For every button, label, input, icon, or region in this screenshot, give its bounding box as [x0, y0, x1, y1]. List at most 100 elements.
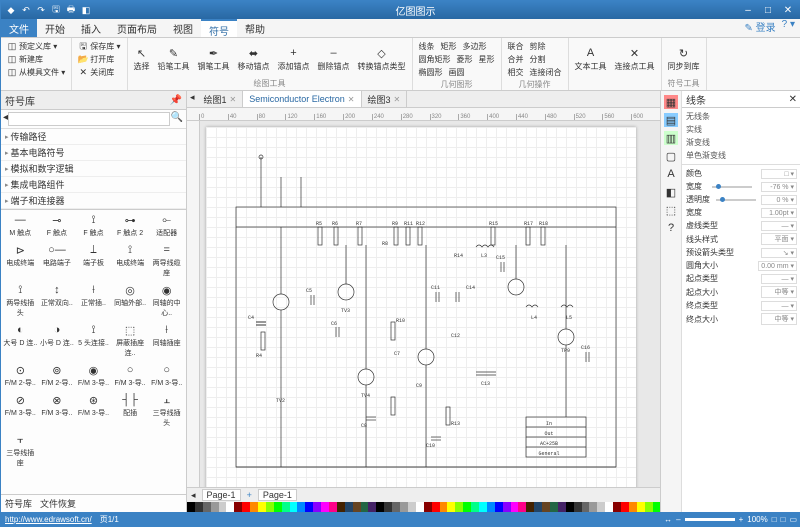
swatch[interactable]: [258, 502, 266, 512]
doc-tab[interactable]: 绘图3✕: [362, 91, 408, 107]
tab-help[interactable]: 帮助: [237, 19, 273, 37]
swatch[interactable]: [597, 502, 605, 512]
category-item[interactable]: 模拟和数字逻辑: [1, 161, 186, 177]
shape-roundrect[interactable]: 圆角矩形: [417, 53, 453, 66]
shape-item[interactable]: ⟟电成终端: [113, 242, 148, 278]
swatch[interactable]: [353, 502, 361, 512]
tab-close-icon[interactable]: ✕: [348, 95, 355, 104]
qat-undo[interactable]: ↶: [20, 4, 32, 16]
swatch[interactable]: [384, 502, 392, 512]
tab-view[interactable]: 视图: [165, 19, 201, 37]
shape-ellipse[interactable]: 椭圆形: [417, 66, 445, 79]
swatch[interactable]: [274, 502, 282, 512]
property-value[interactable]: — ▾: [761, 221, 797, 231]
doc-tab[interactable]: Semiconductor Electron✕: [243, 91, 361, 107]
shape-item[interactable]: ○F/M 3-导..: [149, 362, 184, 388]
qat-print[interactable]: 🖶: [65, 4, 77, 16]
swatch[interactable]: [321, 502, 329, 512]
rp-tool-icon[interactable]: ▦: [664, 95, 678, 109]
view-mode-3[interactable]: ▭: [789, 515, 797, 524]
property-value[interactable]: -76 % ▾: [761, 182, 797, 192]
swatch[interactable]: [534, 502, 542, 512]
status-url[interactable]: http://www.edrawsoft.cn/: [5, 515, 92, 524]
swatch[interactable]: [376, 502, 384, 512]
swatch[interactable]: [392, 502, 400, 512]
tab-start[interactable]: 开始: [37, 19, 73, 37]
shape-item[interactable]: ○—电路端子: [40, 242, 75, 278]
op-join[interactable]: 连接闭合: [528, 66, 564, 79]
shape-item[interactable]: ⟘端子板: [76, 242, 111, 278]
page-add[interactable]: +: [247, 490, 252, 500]
canvas[interactable]: R4R5 R6R7 R8R9 R10R11 R12R13 R14R15 R17R…: [200, 121, 660, 487]
shape-item[interactable]: ◉同轴的中心..: [149, 282, 184, 318]
min-button[interactable]: –: [739, 5, 757, 16]
tab-symbol[interactable]: 符号: [201, 19, 237, 37]
swatch[interactable]: [187, 502, 195, 512]
op-divide[interactable]: 分割: [528, 53, 548, 66]
swatch[interactable]: [250, 502, 258, 512]
qat-redo[interactable]: ↷: [35, 4, 47, 16]
category-item[interactable]: 集成电路组件: [1, 177, 186, 193]
line-style-option[interactable]: 无线条: [686, 110, 797, 123]
swatch[interactable]: [487, 502, 495, 512]
shape-circle[interactable]: 画圆: [447, 66, 467, 79]
new-lib[interactable]: ◫新建库: [5, 53, 45, 66]
pen-tool[interactable]: ✒钢笔工具: [196, 45, 232, 73]
shape-item[interactable]: [40, 432, 75, 468]
shape-item[interactable]: ⊶F 触点 2: [113, 212, 148, 238]
swatch[interactable]: [226, 502, 234, 512]
swatch[interactable]: [368, 502, 376, 512]
shape-item[interactable]: ◎同轴外部..: [113, 282, 148, 318]
save-lib[interactable]: 🖫保存库 ▾: [76, 40, 122, 53]
swatch[interactable]: [329, 502, 337, 512]
foot-symlib[interactable]: 符号库: [5, 497, 32, 510]
swatch[interactable]: [416, 502, 424, 512]
swatch[interactable]: [542, 502, 550, 512]
drawing-page[interactable]: R4R5 R6R7 R8R9 R10R11 R12R13 R14R15 R17R…: [206, 127, 636, 487]
page-tab-2[interactable]: Page-1: [258, 489, 297, 501]
panel-pin-icon[interactable]: 📌: [170, 95, 182, 106]
op-intersect[interactable]: 相交: [506, 66, 526, 79]
view-mode-1[interactable]: □: [772, 515, 777, 524]
slider[interactable]: [712, 186, 752, 188]
line-style-option[interactable]: 单色渐变线: [686, 149, 797, 162]
foot-recover[interactable]: 文件恢复: [40, 497, 76, 510]
shape-item[interactable]: ◑小号 D 连..: [40, 322, 75, 358]
tab-insert[interactable]: 插入: [73, 19, 109, 37]
swatch[interactable]: [550, 502, 558, 512]
shape-item[interactable]: ○F/M 3-导..: [113, 362, 148, 388]
shape-diamond[interactable]: 菱形: [455, 53, 475, 66]
property-value[interactable]: 1.00pt ▾: [761, 208, 797, 218]
swatch[interactable]: [511, 502, 519, 512]
del-anchor[interactable]: –删除锚点: [316, 45, 352, 73]
swatch[interactable]: [242, 502, 250, 512]
tab-file[interactable]: 文件: [1, 19, 37, 37]
conn-point-tool[interactable]: ✕连接点工具: [613, 45, 657, 73]
property-value[interactable]: — ▾: [761, 274, 797, 284]
shape-item[interactable]: —M 触点: [3, 212, 38, 238]
rp-tool-icon[interactable]: ▢: [664, 149, 678, 163]
shape-item[interactable]: ⬚屏蔽插座连..: [113, 322, 148, 358]
property-value[interactable]: ↘ ▾: [761, 248, 797, 258]
login-link[interactable]: ✎ 登录: [744, 19, 775, 37]
swatch[interactable]: [203, 502, 211, 512]
swatch[interactable]: [282, 502, 290, 512]
swatch[interactable]: [613, 502, 621, 512]
swatch[interactable]: [290, 502, 298, 512]
swatch[interactable]: [645, 502, 653, 512]
swatch[interactable]: [400, 502, 408, 512]
property-value[interactable]: 平面 ▾: [761, 233, 797, 245]
rp-tool-icon[interactable]: A: [664, 167, 678, 181]
rp-tool-icon[interactable]: ◧: [664, 185, 678, 199]
swatch[interactable]: [621, 502, 629, 512]
swatch[interactable]: [479, 502, 487, 512]
swatch[interactable]: [455, 502, 463, 512]
shape-item[interactable]: ⊳电成终端: [3, 242, 38, 278]
page-nav-prev[interactable]: ◂: [191, 490, 196, 501]
max-button[interactable]: □: [759, 5, 777, 16]
swatch[interactable]: [495, 502, 503, 512]
op-combine[interactable]: 合并: [506, 53, 526, 66]
swatch[interactable]: [234, 502, 242, 512]
slider[interactable]: [716, 199, 756, 201]
swatch[interactable]: [566, 502, 574, 512]
